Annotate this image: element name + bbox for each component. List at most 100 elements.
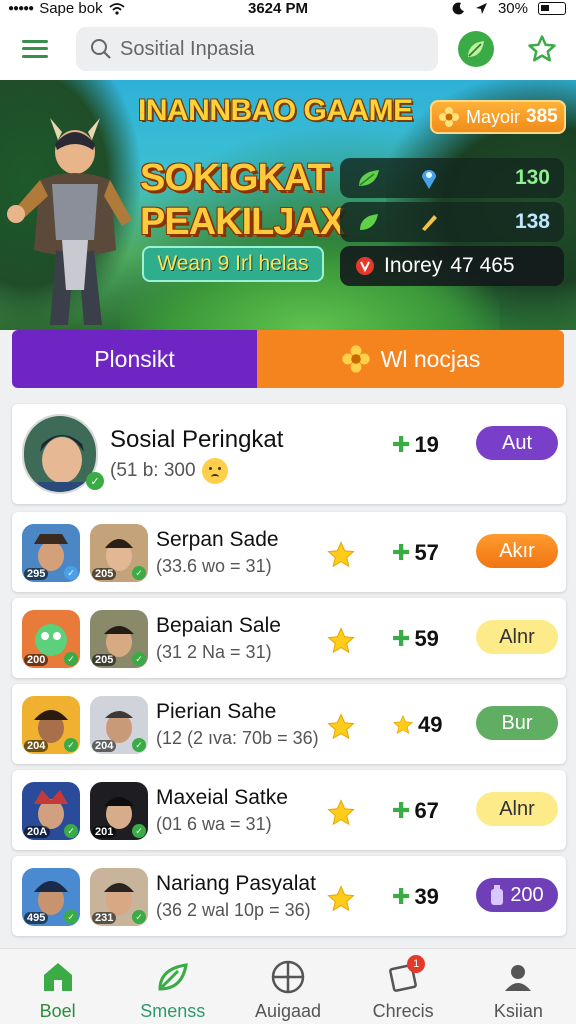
money-value: 47 465 [450, 254, 515, 277]
row-action-button[interactable]: Akır [476, 534, 558, 568]
mayoir-value: 385 [526, 106, 558, 127]
status-bar: ●●●●● Sape bok 3624 PM 30% [0, 0, 576, 18]
avatar: 204 ✓ [90, 696, 148, 754]
mayoir-badge[interactable]: Mayoir 385 [430, 100, 566, 134]
leaf-icon [359, 170, 379, 186]
home-icon [43, 963, 72, 991]
location-icon [475, 3, 487, 14]
game-title: INANNBAO GAAME [138, 94, 413, 127]
battery-percent: 30% [497, 0, 528, 17]
bottle-icon [491, 885, 504, 905]
leaf-button[interactable] [458, 31, 494, 67]
plus-icon: ✚ [392, 798, 411, 823]
nav-ksiian[interactable]: Ksiian [461, 949, 576, 1024]
favorite-button[interactable] [524, 31, 560, 67]
stat-pin: 138 [340, 202, 564, 242]
avatar: 204 ✓ [22, 696, 80, 754]
verified-badge: ✓ [64, 652, 78, 666]
verified-badge: ✓ [132, 652, 146, 666]
notification-badge: 1 [407, 955, 426, 973]
plus-icon: ✚ [392, 540, 411, 565]
leaderboard-row[interactable]: 20A ✓ 201 ✓ Maxeial Satke (01 6 wa = 31) ✚… [12, 770, 566, 850]
search-input[interactable] [120, 37, 420, 61]
star-icon [327, 627, 355, 654]
row-name: Bepaian Sale [156, 614, 281, 637]
level-badge: 231 [92, 912, 117, 924]
nav-auigaad[interactable]: Auigaad [230, 949, 345, 1024]
row-action-button[interactable]: 200 [476, 878, 558, 912]
bottom-nav: Boel Smenss Auigaad 1 Chrecis Ksiian [0, 948, 576, 1024]
nav-chrecis-label: Chrecis [372, 1001, 434, 1021]
verified-badge: ✓ [86, 472, 104, 490]
leaderboard-row[interactable]: 200 ✓ 205 ✓ Bepaian Sale (31 2 Na = 31) ✚ 5… [12, 598, 566, 678]
flower-icon [439, 107, 459, 127]
level-badge: 205 [92, 654, 117, 666]
avatar: 205 ✓ [90, 610, 148, 668]
nav-home-label: Boel [39, 1001, 76, 1021]
stat-pin-value: 138 [514, 210, 550, 233]
featured-name: Sosial Peringkat [110, 426, 284, 453]
row-name: Maxeial Satke [156, 786, 288, 809]
featured-sub-text: (51 b: 300 [110, 460, 196, 481]
row-score: 49 [392, 712, 442, 738]
menu-icon[interactable] [20, 34, 50, 64]
leaderboard-row[interactable]: 204 ✓ 204 ✓ Pierian Sahe (12 (2 ıva: 70b =… [12, 684, 566, 764]
money-label: Inorey [384, 254, 443, 277]
crosshair-icon [271, 960, 305, 994]
row-action-label: 200 [510, 883, 544, 906]
featured-action-button[interactable]: Aut [476, 426, 558, 460]
top-bar [0, 18, 576, 80]
profile-icon [505, 965, 532, 991]
nav-ksiian-label: Ksiian [493, 1001, 543, 1021]
search-bar[interactable] [76, 27, 438, 71]
banner-cta-button[interactable]: Wean 9 Irl helas [142, 246, 324, 282]
verified-badge: ✓ [132, 824, 146, 838]
verified-badge: ✓ [64, 824, 78, 838]
leaderboard-featured-card[interactable]: ✓ Sosial Peringkat (51 b: 300 ✚ 19 Aut [12, 404, 566, 504]
nav-chrecis[interactable]: 1 Chrecis [346, 949, 461, 1024]
nav-smenss[interactable]: Smenss [115, 949, 230, 1024]
wifi-icon [109, 2, 125, 15]
row-score-value: 59 [414, 626, 439, 651]
avatar: 20A ✓ [22, 782, 80, 840]
row-score: ✚ 67 [392, 798, 439, 824]
star-outline-icon [528, 35, 556, 62]
row-score: ✚ 39 [392, 884, 439, 910]
star-icon [327, 541, 355, 568]
signal-icon: ●●●●● [8, 3, 34, 14]
row-sub: (36 2 wal 10p = 36) [156, 900, 311, 920]
row-action-button[interactable]: Bur [476, 706, 558, 740]
game-banner[interactable]: INANNBAO GAAME SOKIGKAT PEAKILJAX Wean 9… [0, 80, 576, 330]
star-icon [327, 885, 355, 912]
level-badge: 200 [24, 654, 49, 666]
row-score-value: 57 [414, 540, 439, 565]
leaderboard-row[interactable]: 495 ✓ 231 ✓ Nariang Pasyalat (36 2 wal 10p… [12, 856, 566, 936]
level-badge: 201 [92, 826, 117, 838]
avatar: 201 ✓ [90, 782, 148, 840]
hero-character-illustration [7, 118, 132, 325]
smiley-icon [201, 458, 228, 484]
mayoir-label: Mayoir [466, 106, 521, 127]
tab-plonsikt[interactable]: Plonsikt [12, 330, 257, 388]
row-action-button[interactable]: Alnr [476, 620, 558, 654]
search-icon [91, 39, 111, 59]
level-badge: 204 [92, 740, 117, 752]
featured-score: ✚ 19 [392, 432, 439, 458]
stat-leaf: 130 [340, 158, 564, 198]
nav-smenss-label: Smenss [140, 1001, 206, 1021]
level-badge: 495 [24, 912, 49, 924]
headline-line-1: SOKIGKAT [140, 157, 331, 199]
featured-sub: (51 b: 300 [110, 458, 228, 484]
pin-icon [422, 170, 436, 189]
avatar: 295 ✓ [22, 524, 80, 582]
leaderboard-row[interactable]: 295 ✓ 205 ✓ Serpan Sade (33.6 wo = 31) ✚ 57… [12, 512, 566, 592]
tab-wlnocjas[interactable]: Wl nocjas [257, 330, 564, 388]
nav-home[interactable]: Boel [0, 949, 115, 1024]
row-sub: (12 (2 ıva: 70b = 36) [156, 728, 319, 748]
row-action-button[interactable]: Alnr [476, 792, 558, 826]
row-score: ✚ 57 [392, 540, 439, 566]
level-badge: 204 [24, 740, 49, 752]
avatar: 205 ✓ [90, 524, 148, 582]
verified-badge: ✓ [64, 738, 78, 752]
banner-headline: SOKIGKAT PEAKILJAX [140, 156, 345, 244]
